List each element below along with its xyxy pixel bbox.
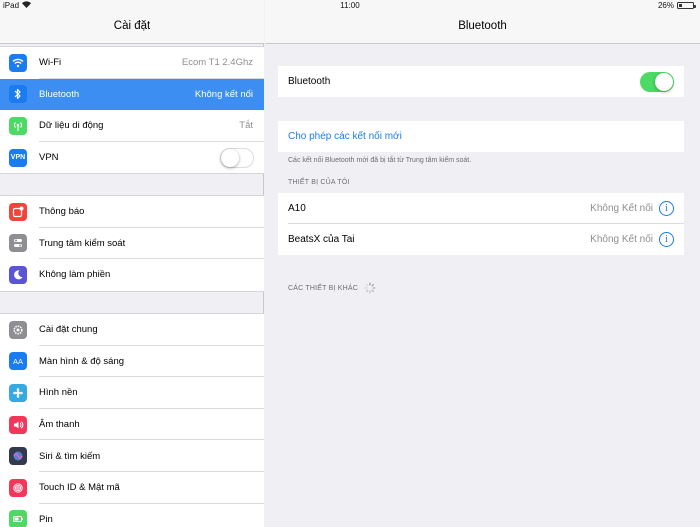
connectivity-group: Wi-Fi Ecom T1 2.4Ghz Bluetooth Không kết… [0,46,264,175]
notifications-icon [9,202,27,221]
sidebar-item-label: Wi-Fi [39,57,62,69]
wallpaper-icon [9,383,27,402]
settings-sidebar: Cài đặt Wi-Fi Ecom T1 2.4Ghz Bluetooth K… [0,0,264,527]
sidebar-item-battery[interactable]: Pin [0,504,264,527]
sidebar-item-touch-id[interactable]: Touch ID & Mật mã [0,472,264,504]
sidebar-item-label: VPN [39,152,59,164]
allow-new-connections-button[interactable]: Cho phép các kết nối mới [278,121,684,152]
status-bar: iPad 11:00 26% [0,0,700,12]
cellular-icon [9,116,27,135]
sidebar-item-label: Touch ID & Mật mã [39,482,120,494]
display-icon: AA [9,352,27,371]
sidebar-item-display[interactable]: AA Màn hình & độ sáng [0,346,264,378]
sidebar-item-notifications[interactable]: Thông báo [0,196,264,228]
other-devices-label: CÁC THIẾT BỊ KHÁC [288,284,359,292]
device-name: BeatsX của Tai [288,234,355,245]
bluetooth-icon [9,85,27,104]
allow-new-connections-label: Cho phép các kết nối mới [288,131,402,142]
vpn-icon: VPN [9,148,27,167]
info-icon[interactable]: i [659,232,674,247]
sidebar-item-siri[interactable]: Siri & tìm kiếm [0,440,264,472]
info-icon[interactable]: i [659,201,674,216]
sidebar-item-vpn: VPN VPN [0,142,264,174]
page-title: Bluetooth [458,20,507,32]
moon-icon [9,265,27,284]
sidebar-item-label: Không làm phiền [39,269,111,281]
general-group: Cài đặt chung AA Màn hình & độ sáng Hình… [0,313,264,527]
sidebar-item-label: Thông báo [39,206,85,218]
device-status: Không Kết nối [590,203,653,214]
control-center-icon [9,234,27,253]
device-status: Không Kết nối [590,234,653,245]
sidebar-item-label: Hình nền [39,387,78,399]
bluetooth-detail-pane: Bluetooth Bluetooth Cho phép các kết nối… [265,0,700,527]
sidebar-item-label: Siri & tìm kiếm [39,450,101,462]
my-devices-header: THIẾT BỊ CỦA TÔI [288,179,350,186]
sidebar-item-general[interactable]: Cài đặt chung [0,314,264,346]
sidebar-item-label: Bluetooth [39,88,80,100]
wifi-icon [9,53,27,72]
wifi-network-value: Ecom T1 2.4Ghz [181,57,253,69]
fingerprint-icon [9,478,27,497]
sidebar-item-label: Âm thanh [39,419,80,431]
device-row-beatsx[interactable]: BeatsX của Tai Không Kết nối i [278,224,684,255]
vpn-toggle[interactable] [220,147,254,168]
other-devices-header: CÁC THIẾT BỊ KHÁC [288,282,376,294]
sidebar-item-cellular[interactable]: Dữ liệu di động Tắt [0,110,264,142]
my-devices-list: A10 Không Kết nối i BeatsX của Tai Không… [278,193,684,255]
siri-icon [9,447,27,466]
status-right: 26% [657,1,696,10]
sidebar-item-do-not-disturb[interactable]: Không làm phiền [0,259,264,291]
sidebar-item-wifi[interactable]: Wi-Fi Ecom T1 2.4Ghz [0,47,264,79]
sidebar-item-bluetooth[interactable]: Bluetooth Không kết nối [0,78,264,111]
sidebar-item-label: Dữ liệu di động [39,120,104,132]
bluetooth-footnote: Các kết nối Bluetooth mới đã bị tắt từ T… [288,157,472,164]
notifications-group: Thông báo Trung tâm kiểm soát Không làm … [0,195,264,292]
sidebar-title: Cài đặt [113,20,151,32]
bluetooth-toggle-label: Bluetooth [288,76,331,87]
sidebar-item-control-center[interactable]: Trung tâm kiểm soát [0,228,264,260]
bluetooth-toggle[interactable] [640,71,674,92]
bluetooth-status-value: Không kết nối [194,88,253,100]
sidebar-item-label: Cài đặt chung [39,324,98,336]
sidebar-item-label: Màn hình & độ sáng [39,355,125,367]
sidebar-item-label: Trung tâm kiểm soát [39,237,126,249]
status-time: 11:00 [340,1,360,10]
sound-icon [9,415,27,434]
gear-icon [9,320,27,339]
device-name: A10 [288,203,306,214]
sidebar-item-sounds[interactable]: Âm thanh [0,409,264,441]
battery-percent: 26% [657,1,674,10]
device-row-a10[interactable]: A10 Không Kết nối i [278,193,684,224]
bluetooth-toggle-card: Bluetooth [278,66,684,97]
sidebar-item-wallpaper[interactable]: Hình nền [0,377,264,409]
allow-new-connections-card: Cho phép các kết nối mới [278,121,684,152]
status-battery-icon [677,2,696,9]
battery-icon [9,510,27,527]
cellular-status-value: Tắt [239,120,253,132]
loading-spinner-icon [364,282,376,294]
sidebar-item-label: Pin [39,513,53,525]
